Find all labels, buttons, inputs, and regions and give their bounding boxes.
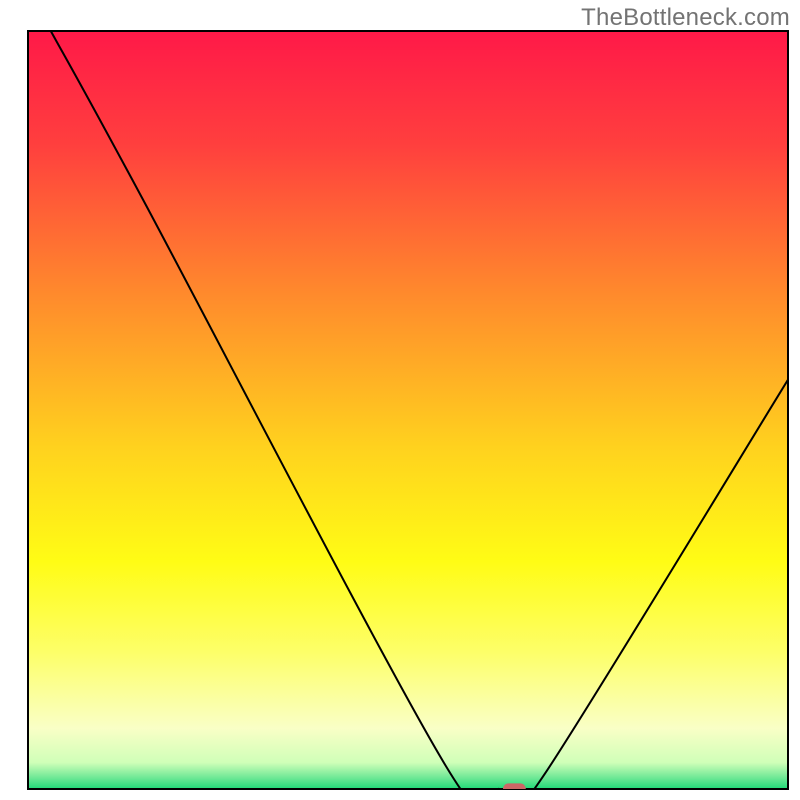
optimal-point-marker: [503, 783, 526, 794]
chart-container: TheBottleneck.com: [0, 0, 800, 800]
plot-background: [28, 31, 788, 789]
bottleneck-chart: [0, 0, 800, 800]
